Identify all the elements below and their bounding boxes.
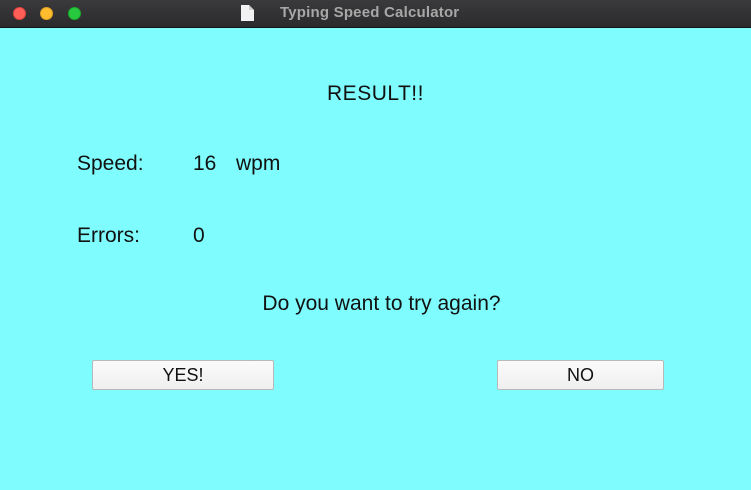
app-window: Typing Speed Calculator RESULT!! Speed: …: [0, 0, 751, 490]
window-title: Typing Speed Calculator: [280, 4, 460, 21]
try-again-question: Do you want to try again?: [262, 292, 501, 315]
errors-value: 0: [193, 224, 205, 247]
speed-value: 16: [193, 152, 217, 175]
result-panel: RESULT!! Speed: 16 wpm Errors: 0 Do you …: [0, 28, 751, 490]
speed-label: Speed:: [77, 152, 144, 175]
yes-button[interactable]: YES!: [92, 360, 274, 390]
errors-label: Errors:: [77, 224, 140, 247]
title-bar[interactable]: Typing Speed Calculator: [0, 0, 751, 28]
minimize-icon[interactable]: [40, 7, 53, 20]
result-heading: RESULT!!: [327, 82, 424, 105]
maximize-icon[interactable]: [68, 7, 81, 20]
no-button[interactable]: NO: [497, 360, 664, 390]
close-icon[interactable]: [13, 7, 26, 20]
document-icon: [241, 5, 254, 21]
speed-unit: wpm: [236, 152, 281, 175]
